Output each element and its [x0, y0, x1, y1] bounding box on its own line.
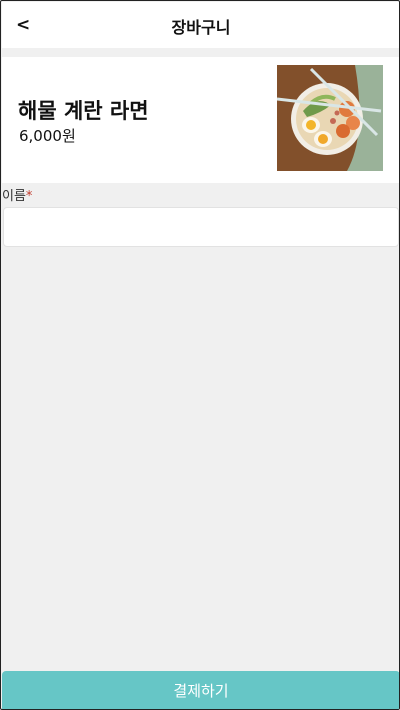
- header-bar: < 장바구니: [2, 2, 399, 48]
- ramen-bowl-photo: [277, 65, 383, 171]
- name-field-label: 이름*: [2, 185, 33, 204]
- cart-item-card: 해물 계란 라면 6,000원: [2, 57, 399, 183]
- app-screen: < 장바구니 해물 계란 라면 6,000원 이름* 결제하기: [0, 0, 400, 710]
- required-asterisk: *: [25, 189, 33, 204]
- item-price: 6,000원: [19, 127, 76, 145]
- item-name: 해물 계란 라면: [18, 99, 149, 123]
- pay-button[interactable]: 결제하기: [2, 671, 399, 709]
- page-title: 장바구니: [171, 18, 231, 37]
- name-input[interactable]: [3, 207, 399, 247]
- name-label-text: 이름: [2, 189, 26, 204]
